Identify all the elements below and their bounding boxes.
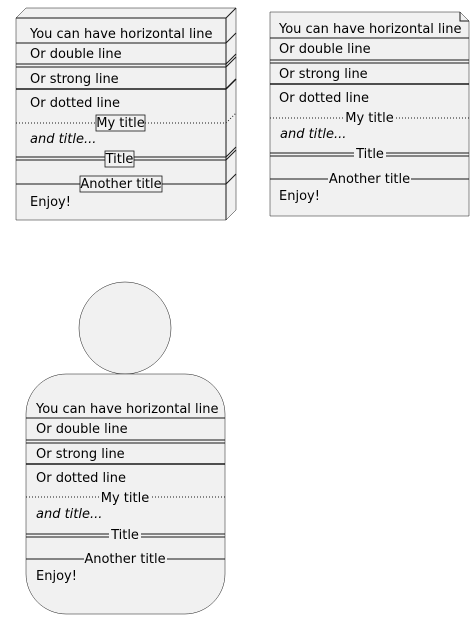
person-element: You can have horizontal line Or double l…: [25, 281, 226, 615]
person-line-dotted: Or dotted line: [36, 471, 126, 486]
file-line-double: Or double line: [279, 42, 371, 57]
file-title-2: Title: [355, 147, 384, 162]
file-line-strong: Or strong line: [279, 67, 368, 82]
node-title-1: My title: [96, 116, 144, 131]
node-title-3: Another title: [80, 177, 161, 192]
node-line-strong: Or strong line: [30, 72, 119, 87]
person-head: [78, 281, 172, 375]
person-line-double: Or double line: [36, 422, 128, 437]
node-line-double: Or double line: [30, 47, 122, 62]
person-line-horizontal: You can have horizontal line: [35, 402, 219, 417]
file-line-enjoy: Enjoy!: [279, 189, 320, 204]
node-title-2: Title: [105, 152, 134, 167]
person-title-3: Another title: [84, 552, 165, 567]
person-title-2: Title: [110, 528, 139, 543]
file-element: You can have horizontal line Or double l…: [269, 11, 470, 217]
person-line-enjoy: Enjoy!: [36, 569, 77, 584]
node-line-dotted: Or dotted line: [30, 96, 120, 111]
file-line-italic: and title...: [280, 127, 346, 142]
diagram-canvas: You can have horizontal line Or double l…: [15, 7, 470, 615]
person-line-strong: Or strong line: [36, 447, 125, 462]
person-line-italic: and title...: [36, 507, 102, 522]
node-line-italic: and title...: [30, 132, 96, 147]
file-title-1: My title: [345, 111, 393, 126]
node-line-enjoy: Enjoy!: [30, 195, 71, 210]
file-line-dotted: Or dotted line: [279, 91, 369, 106]
person-title-1: My title: [101, 491, 149, 506]
file-line-horizontal: You can have horizontal line: [278, 22, 462, 37]
node-element: You can have horizontal line Or double l…: [15, 7, 237, 221]
node-line-horizontal: You can have horizontal line: [29, 27, 213, 42]
file-title-3: Another title: [329, 172, 410, 187]
